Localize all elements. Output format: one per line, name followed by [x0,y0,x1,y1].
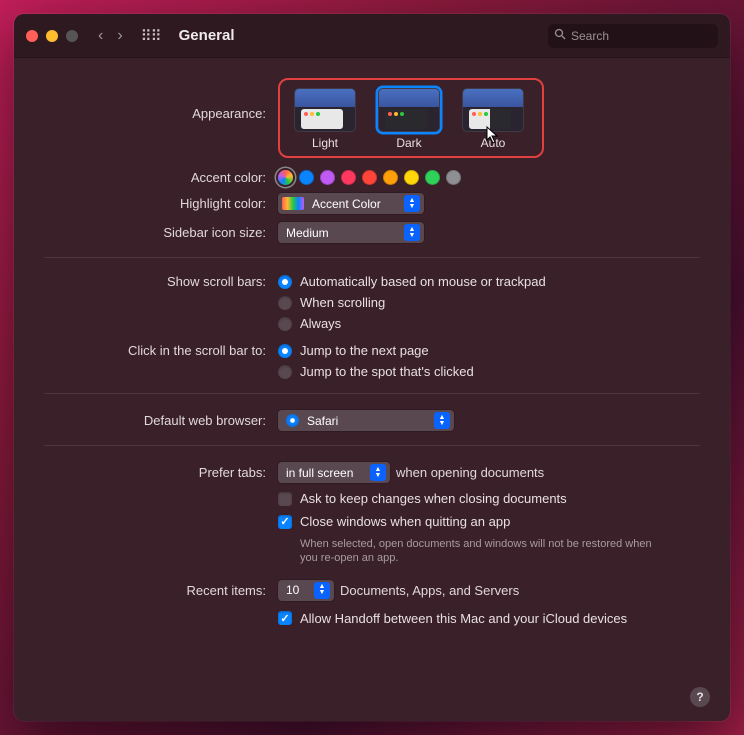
nav-buttons: ‹ › [98,27,123,45]
traffic-lights [26,30,78,42]
accent-red[interactable] [362,170,377,185]
prefer-tabs-value: in full screen [286,466,353,480]
accent-graphite[interactable] [446,170,461,185]
appearance-thumb-light [294,88,356,132]
close-window-button[interactable] [26,30,38,42]
prefer-tabs-popup[interactable]: in full screen ▲▼ [278,462,390,483]
radio-button[interactable] [278,296,292,310]
accent-multicolor[interactable] [278,170,293,185]
radio-button[interactable] [278,365,292,379]
accent-pink[interactable] [341,170,356,185]
sidebar-icon-size-label: Sidebar icon size: [44,225,278,240]
radio-button[interactable] [278,275,292,289]
chevron-updown-icon: ▲▼ [370,464,386,481]
radio-label: Jump to the next page [300,343,429,358]
radio-button[interactable] [278,317,292,331]
radio-label: Always [300,316,341,331]
safari-icon [286,414,299,427]
chevron-updown-icon: ▲▼ [404,195,420,212]
recent-items-value: 10 [286,583,299,597]
chevron-updown-icon: ▲▼ [314,582,330,599]
divider [44,393,700,394]
prefer-tabs-label: Prefer tabs: [44,465,278,480]
accent-green[interactable] [425,170,440,185]
checkbox-label: Close windows when quitting an app [300,514,510,529]
accent-yellow[interactable] [404,170,419,185]
divider [44,445,700,446]
search-icon [554,28,566,43]
radio-label: When scrolling [300,295,385,310]
checkbox[interactable] [278,611,292,625]
accent-color-row [278,170,700,185]
search-field[interactable] [548,24,718,48]
scrollbars-option-auto[interactable]: Automatically based on mouse or trackpad [278,274,546,289]
show-scrollbars-group: Automatically based on mouse or trackpad… [278,274,700,331]
scrollbars-option-always[interactable]: Always [278,316,341,331]
appearance-option-label: Dark [396,136,421,150]
show-all-icon[interactable]: ⠿⠿ [141,27,161,45]
highlight-color-value: Accent Color [312,197,381,211]
window-title: General [179,27,235,44]
appearance-label: Appearance: [44,78,278,121]
prefer-tabs-suffix: when opening documents [396,465,544,480]
scroll-click-spot[interactable]: Jump to the spot that's clicked [278,364,474,379]
divider [44,257,700,258]
radio-label: Jump to the spot that's clicked [300,364,474,379]
checkbox-label: Allow Handoff between this Mac and your … [300,611,627,626]
accent-purple[interactable] [320,170,335,185]
checkbox[interactable] [278,492,292,506]
appearance-option-label: Auto [481,136,506,150]
scroll-click-next-page[interactable]: Jump to the next page [278,343,429,358]
recent-items-suffix: Documents, Apps, and Servers [340,583,519,598]
appearance-option-auto[interactable]: Auto [462,88,524,150]
help-button[interactable]: ? [690,687,710,707]
appearance-option-label: Light [312,136,338,150]
default-browser-value: Safari [307,414,338,428]
accent-orange[interactable] [383,170,398,185]
content-area: Appearance: Light Dark Auto [14,58,730,721]
handoff-checkbox-row[interactable]: Allow Handoff between this Mac and your … [278,611,627,626]
chevron-updown-icon: ▲▼ [404,224,420,241]
sidebar-icon-size-popup[interactable]: Medium ▲▼ [278,222,424,243]
checkbox-label: Ask to keep changes when closing documen… [300,491,567,506]
radio-button[interactable] [278,344,292,358]
highlight-color-popup[interactable]: Accent Color ▲▼ [278,193,424,214]
show-scrollbars-label: Show scroll bars: [44,274,278,289]
highlight-preview-icon [282,197,304,210]
back-button[interactable]: ‹ [98,27,103,45]
scroll-click-group: Jump to the next page Jump to the spot t… [278,343,700,379]
appearance-thumb-auto [462,88,524,132]
recent-items-label: Recent items: [44,583,278,598]
appearance-option-dark[interactable]: Dark [378,88,440,150]
search-input[interactable] [571,29,726,43]
scroll-click-label: Click in the scroll bar to: [44,343,278,358]
scrollbars-option-scrolling[interactable]: When scrolling [278,295,385,310]
default-browser-popup[interactable]: Safari ▲▼ [278,410,454,431]
chevron-updown-icon: ▲▼ [434,412,450,429]
recent-items-popup[interactable]: 10 ▲▼ [278,580,334,601]
checkbox[interactable] [278,515,292,529]
ask-keep-changes-checkbox-row[interactable]: Ask to keep changes when closing documen… [278,491,567,506]
forward-button[interactable]: › [117,27,122,45]
appearance-option-light[interactable]: Light [294,88,356,150]
sidebar-icon-size-value: Medium [286,226,329,240]
accent-color-label: Accent color: [44,170,278,185]
preferences-window: ‹ › ⠿⠿ General Appearance: Light [14,14,730,721]
accent-blue[interactable] [299,170,314,185]
appearance-thumb-dark [378,88,440,132]
radio-label: Automatically based on mouse or trackpad [300,274,546,289]
default-browser-label: Default web browser: [44,413,278,428]
zoom-window-button[interactable] [66,30,78,42]
titlebar: ‹ › ⠿⠿ General [14,14,730,58]
appearance-highlight-box: Light Dark Auto [278,78,544,158]
highlight-color-label: Highlight color: [44,196,278,211]
close-windows-hint: When selected, open documents and window… [300,537,660,566]
close-windows-checkbox-row[interactable]: Close windows when quitting an app [278,514,510,529]
minimize-window-button[interactable] [46,30,58,42]
